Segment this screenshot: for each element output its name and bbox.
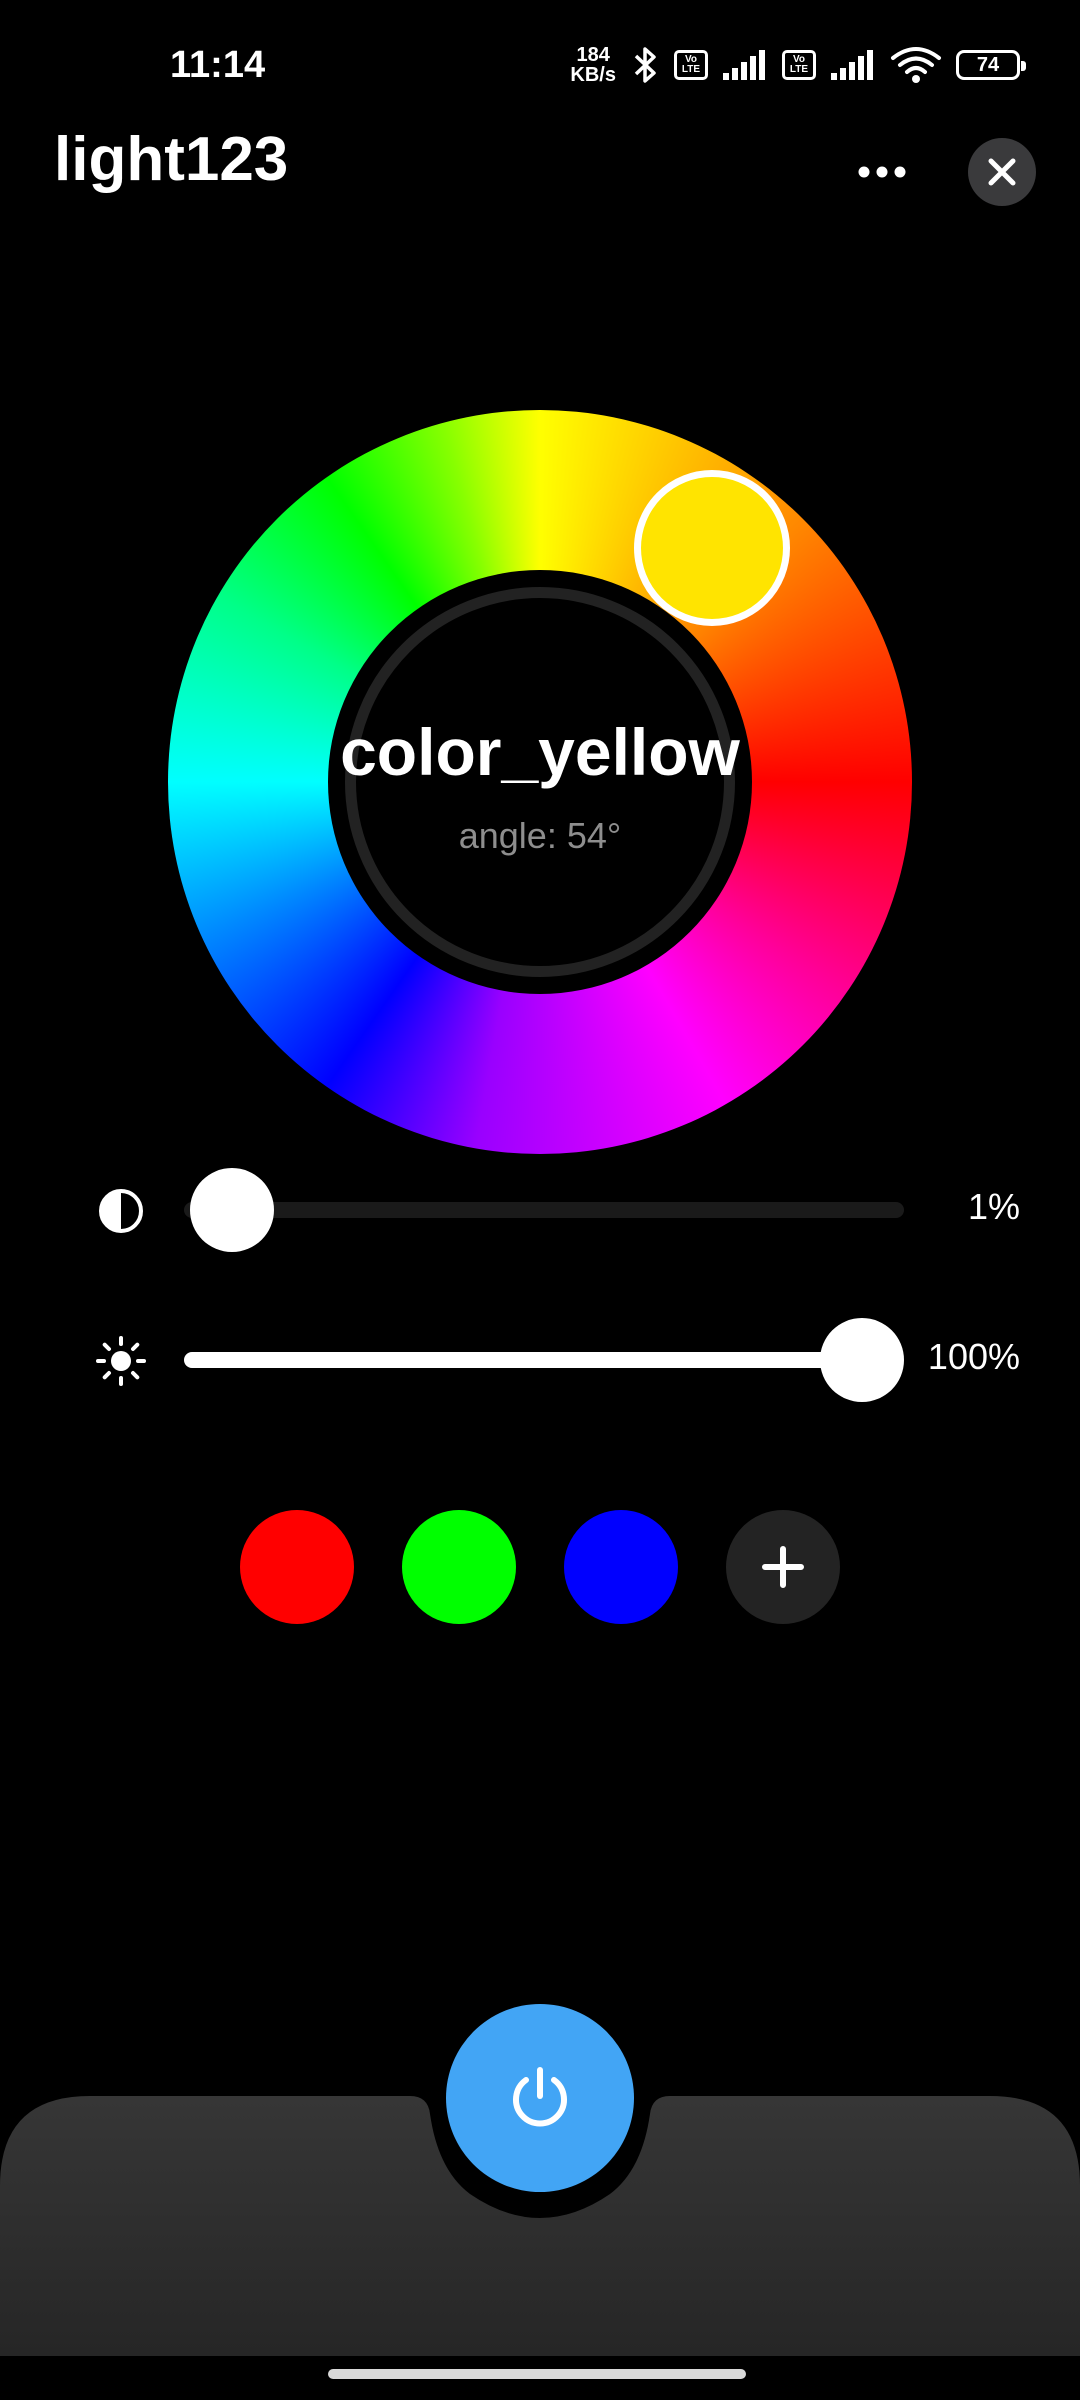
volte-icon: Vo LTE: [674, 50, 708, 80]
wifi-icon: [891, 47, 941, 83]
saturation-value: 1%: [967, 1186, 1020, 1227]
brightness-slider-thumb[interactable]: [820, 1318, 904, 1402]
preset-color-red[interactable]: [240, 1510, 354, 1624]
battery-icon: 74: [956, 50, 1026, 80]
saturation-slider-thumb[interactable]: [190, 1168, 275, 1252]
brightness-slider[interactable]: [184, 1318, 904, 1402]
sun-icon: [96, 1336, 146, 1386]
color-wheel-handle[interactable]: [634, 470, 790, 626]
add-preset-button[interactable]: [726, 1510, 840, 1624]
angle-label: angle: 54°: [458, 815, 622, 856]
status-icons: 184 KB/s Vo LTE Vo LTE 74: [570, 40, 1026, 90]
brightness-value: 100%: [927, 1336, 1020, 1377]
preset-color-blue[interactable]: [564, 1510, 678, 1624]
close-button[interactable]: [968, 138, 1036, 206]
network-speed-value: 184: [576, 44, 610, 66]
page-title: light123: [54, 125, 289, 194]
brightness-slider-row: 100%: [0, 1314, 1080, 1404]
more-icon: [858, 166, 906, 178]
saturation-slider-row: 1%: [0, 1164, 1080, 1254]
selected-color-name: color_yellow: [340, 715, 740, 789]
close-icon: [988, 158, 1016, 186]
status-time: 11:14: [170, 44, 266, 86]
saturation-slider[interactable]: [184, 1168, 904, 1252]
network-speed: 184 KB/s: [570, 45, 616, 85]
plus-icon: [762, 1546, 804, 1588]
more-button[interactable]: [852, 150, 912, 194]
signal-icon: [723, 50, 765, 80]
power-button[interactable]: [446, 2004, 634, 2192]
signal-icon: [831, 50, 873, 80]
volte-icon: Vo LTE: [782, 50, 816, 80]
power-icon: [513, 2067, 567, 2127]
contrast-icon: [99, 1189, 143, 1233]
preset-color-green[interactable]: [402, 1510, 516, 1624]
brightness-slider-fill: [184, 1352, 862, 1368]
home-indicator[interactable]: [328, 2369, 746, 2379]
network-speed-unit: KB/s: [570, 64, 616, 86]
status-bar: 11:14 184 KB/s Vo LTE Vo LTE 74: [0, 0, 1080, 120]
bluetooth-icon: [634, 47, 656, 83]
